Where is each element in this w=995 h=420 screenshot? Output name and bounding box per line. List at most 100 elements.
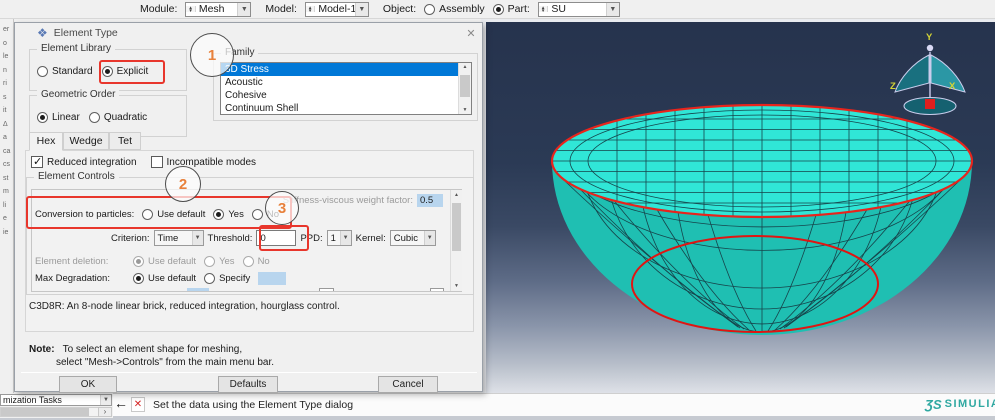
criterion-label: Criterion: [111, 232, 150, 244]
degradation-usedefault-radio[interactable]: Use default [133, 273, 196, 284]
tab-hex[interactable]: Hex [29, 132, 63, 151]
scrollbar-thumb[interactable] [1, 408, 89, 416]
part-combobox[interactable]: ▲ ▼ SU ▼ [537, 1, 620, 17]
assembly-label: Assembly [439, 3, 485, 15]
radio-circle [424, 3, 436, 15]
radio-label: Use default [157, 209, 206, 220]
model-label: Model: [265, 3, 297, 15]
incompatible-modes-checkbox[interactable]: Incompatible modes [150, 156, 256, 168]
element-controls-scrollarea[interactable]: Stiffness-viscous weight factor: 0.5 Con… [31, 189, 462, 292]
viewport-canvas[interactable]: Y Z X [486, 22, 995, 393]
callout-3: 3 [265, 191, 299, 225]
radio-label: Standard [52, 66, 93, 77]
close-icon[interactable]: ✕ [463, 27, 479, 41]
ppd-dropdown[interactable]: 1 ▼ [326, 230, 352, 246]
clipped-checkbox[interactable] [319, 288, 334, 291]
part-label: Part: [507, 3, 530, 15]
radio-circle [213, 209, 225, 220]
clipped-checkbox[interactable] [430, 288, 444, 291]
degradation-label: Max Degradation: [35, 273, 110, 284]
dialog-icon: ❖ [37, 26, 48, 40]
deletion-usedefault-radio: Use default [133, 256, 196, 267]
dialog-title: Element Type [53, 27, 118, 39]
threshold-input[interactable]: 0 [256, 230, 297, 246]
scroll-down-icon[interactable]: ▼ [459, 107, 471, 113]
radio-circle [242, 256, 254, 267]
radio-label: Explicit [116, 66, 149, 77]
module-combobox[interactable]: ▲ ▼ Mesh ▼ [185, 1, 252, 17]
triad-z-label: Z [890, 81, 896, 92]
spinner-icon[interactable]: ▲ ▼ [305, 5, 316, 13]
radio-circle [251, 209, 263, 220]
chevron-down-icon[interactable]: ▼ [605, 2, 619, 16]
tab-tet[interactable]: Tet [109, 132, 141, 150]
radio-circle [37, 66, 48, 77]
checkbox-label: Reduced integration [47, 156, 137, 168]
scroll-up-icon[interactable]: ▲ [459, 64, 471, 70]
explicit-radio[interactable]: Explicit [101, 66, 149, 77]
stiffness-label: Stiffness-viscous weight factor: [282, 195, 413, 206]
list-item[interactable]: 3D Stress [221, 63, 471, 76]
ok-button[interactable]: OK [59, 376, 117, 393]
conversion-yes-radio[interactable]: Yes [213, 209, 244, 220]
cancel-x-icon[interactable]: ✕ [131, 397, 145, 412]
radio-circle [133, 273, 144, 284]
group-legend: Geometric Order [37, 89, 120, 100]
chevron-down-icon[interactable]: ▼ [237, 2, 251, 16]
back-arrow-icon[interactable]: ← [114, 395, 128, 411]
chevron-down-icon[interactable]: ▼ [354, 2, 368, 16]
spinner-icon[interactable]: ▲ ▼ [186, 5, 196, 13]
scrollbar-thumb[interactable] [452, 203, 461, 251]
geometric-order-group: Geometric Order Linear Quadratic [29, 89, 187, 137]
simulia-logo: ƷS SIMULIA [925, 396, 995, 412]
3ds-logo-icon: ƷS [925, 396, 942, 412]
quadratic-radio[interactable]: Quadratic [88, 112, 148, 123]
radio-label: Use default [148, 256, 197, 267]
radio-label: Quadratic [103, 112, 148, 123]
scroll-up-icon[interactable]: ▲ [451, 192, 462, 198]
clipped-field[interactable] [187, 288, 209, 291]
note-line2: select "Mesh->Controls" from the main me… [56, 356, 275, 368]
note-line1: To select an element shape for meshing, [62, 344, 243, 355]
scrollbar-thumb[interactable] [460, 75, 470, 97]
tree-filter-combobox[interactable]: mization Tasks ▼ [0, 394, 112, 406]
object-part-radio[interactable]: Part: [492, 3, 530, 15]
window-bottom-edge [0, 416, 995, 420]
cancel-button[interactable]: Cancel [378, 376, 438, 393]
tab-wedge[interactable]: Wedge [63, 132, 109, 150]
radio-circle [142, 209, 154, 220]
criterion-dropdown[interactable]: Time ▼ [153, 230, 204, 246]
reduced-integration-checkbox[interactable]: Reduced integration [31, 155, 137, 168]
scroll-down-icon[interactable]: ▼ [451, 283, 462, 289]
deletion-yes-radio: Yes [204, 256, 235, 267]
callout-1: 1 [190, 33, 234, 77]
degradation-field[interactable] [258, 272, 287, 285]
family-scrollbar[interactable]: ▲ ▼ [458, 63, 471, 114]
element-controls-scrollbar[interactable]: ▲ ▼ [450, 190, 462, 291]
object-assembly-radio[interactable]: Assembly [424, 3, 485, 15]
linear-radio[interactable]: Linear [37, 112, 80, 123]
standard-radio[interactable]: Standard [37, 66, 93, 77]
scroll-right-button[interactable]: › [98, 407, 112, 417]
chevron-down-icon: ▼ [339, 231, 351, 245]
element-description: C3D8R: An 8-node linear brick, reduced i… [29, 301, 340, 312]
stiffness-field[interactable]: 0.5 [417, 194, 443, 207]
model-combobox[interactable]: ▲ ▼ Model-1 ▼ [304, 1, 369, 17]
degradation-specify-radio[interactable]: Specify [204, 273, 250, 284]
deletion-label: Element deletion: [35, 256, 109, 267]
radio-label: Use default [148, 273, 197, 284]
module-label: Module: [140, 3, 178, 15]
element-type-dialog: ❖ Element Type ✕ Element Library Standar… [14, 22, 483, 393]
family-listbox[interactable]: 3D Stress Acoustic Cohesive Continuum Sh… [220, 62, 472, 115]
list-item[interactable]: Acoustic [221, 76, 471, 89]
defaults-button[interactable]: Defaults [218, 376, 278, 393]
conversion-usedefault-radio[interactable]: Use default [142, 209, 205, 220]
list-item[interactable]: Continuum Shell [221, 102, 471, 114]
radio-circle [133, 256, 144, 267]
dialog-titlebar[interactable]: ❖ Element Type [15, 23, 482, 43]
list-item[interactable]: Cohesive [221, 89, 471, 102]
prompt-message: Set the data using the Element Type dial… [153, 399, 354, 411]
spinner-icon[interactable]: ▲ ▼ [538, 5, 549, 13]
kernel-dropdown[interactable]: Cubic ▼ [389, 230, 436, 246]
chevron-down-icon[interactable]: ▼ [100, 395, 111, 405]
